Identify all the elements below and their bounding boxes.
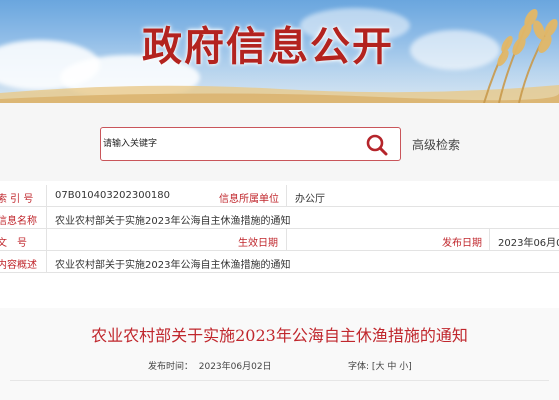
advanced-search-link[interactable]: 高级检索 xyxy=(412,136,460,153)
search-bar: 高级检索 xyxy=(0,103,559,181)
info-row-index: 索 引 号 07B010403202300180 信息所属单位 办公厅 xyxy=(0,185,559,207)
bracket-close: ] xyxy=(408,362,412,372)
index-number-value: 07B010403202300180 xyxy=(55,190,171,201)
header-banner: 政府信息公开 xyxy=(0,0,559,103)
font-small-button[interactable]: 小 xyxy=(399,362,408,372)
page-banner-title: 政府信息公开 xyxy=(142,23,394,70)
publish-date-label: 发布日期 xyxy=(442,238,482,249)
search-box xyxy=(100,127,401,161)
font-size-controls: 字体: [大 中 小] xyxy=(348,359,412,372)
search-button[interactable] xyxy=(364,132,390,158)
owning-unit-label: 信息所属单位 xyxy=(219,194,279,205)
publish-time-label: 发布时间： xyxy=(148,362,194,372)
document-number-label: 文 号 xyxy=(0,238,27,249)
summary-label: 内容概述 xyxy=(0,260,37,271)
article-title: 农业农村部关于实施2023年公海自主休渔措施的通知 xyxy=(91,326,468,345)
divider xyxy=(10,380,549,381)
font-size-label: 字体: xyxy=(348,362,370,372)
effective-date-label: 生效日期 xyxy=(238,238,278,249)
publish-time: 发布时间： 2023年06月02日 xyxy=(148,359,272,372)
info-row-summary: 内容概述 农业农村部关于实施2023年公海自主休渔措施的通知 xyxy=(0,251,559,273)
info-name-value: 农业农村部关于实施2023年公海自主休渔措施的通知 xyxy=(55,216,291,227)
info-row-docno: 文 号 生效日期 发布日期 2023年06月02 xyxy=(0,229,559,251)
publish-time-value: 2023年06月02日 xyxy=(198,362,272,372)
search-icon xyxy=(366,134,388,156)
summary-value: 农业农村部关于实施2023年公海自主休渔措施的通知 xyxy=(55,260,291,271)
publish-date-value: 2023年06月02 xyxy=(498,238,559,249)
info-name-label: 信息名称 xyxy=(0,216,37,227)
info-row-name: 信息名称 农业农村部关于实施2023年公海自主休渔措施的通知 xyxy=(0,207,559,229)
index-number-label: 索 引 号 xyxy=(0,194,34,205)
wheat-decoration xyxy=(483,8,558,103)
article-header: 农业农村部关于实施2023年公海自主休渔措施的通知 发布时间： 2023年06月… xyxy=(0,308,559,400)
font-medium-button[interactable]: 中 xyxy=(387,362,396,372)
search-input[interactable] xyxy=(103,131,353,157)
owning-unit-value: 办公厅 xyxy=(295,194,325,205)
font-large-button[interactable]: 大 xyxy=(375,362,384,372)
